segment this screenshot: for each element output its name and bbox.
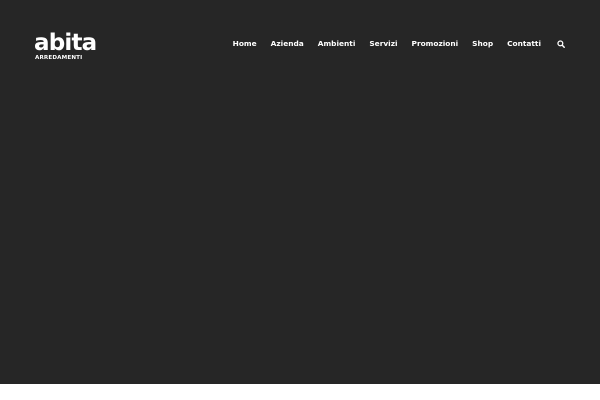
nav-item-shop[interactable]: Shop	[472, 37, 493, 51]
nav-item-home[interactable]: Home	[233, 37, 257, 51]
search-icon	[557, 40, 565, 48]
hero-section: abita ARREDAMENTI Home Azienda Ambienti …	[0, 0, 600, 384]
nav-item-contatti[interactable]: Contatti	[507, 37, 541, 51]
site-logo[interactable]: abita ARREDAMENTI	[34, 31, 97, 64]
nav-item-ambienti[interactable]: Ambienti	[318, 37, 356, 51]
logo-tagline: ARREDAMENTI	[35, 55, 83, 61]
nav-item-azienda[interactable]: Azienda	[271, 37, 304, 51]
main-navigation: Home Azienda Ambienti Servizi Promozioni…	[233, 37, 566, 51]
page-bottom-strip	[0, 384, 600, 400]
search-button[interactable]	[556, 39, 566, 49]
nav-item-servizi[interactable]: Servizi	[369, 37, 397, 51]
logo-wordmark: abita	[34, 30, 97, 56]
nav-item-promozioni[interactable]: Promozioni	[412, 37, 459, 51]
